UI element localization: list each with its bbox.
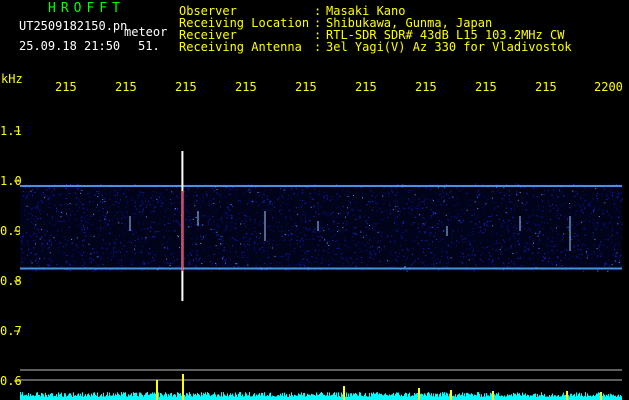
hrofft-window: HROFFT UT2509182150.pn meteor 25.09.18 2… <box>0 0 629 400</box>
noise-band <box>20 183 622 271</box>
spectrogram-plot <box>14 130 623 400</box>
signal-meter <box>20 374 622 400</box>
